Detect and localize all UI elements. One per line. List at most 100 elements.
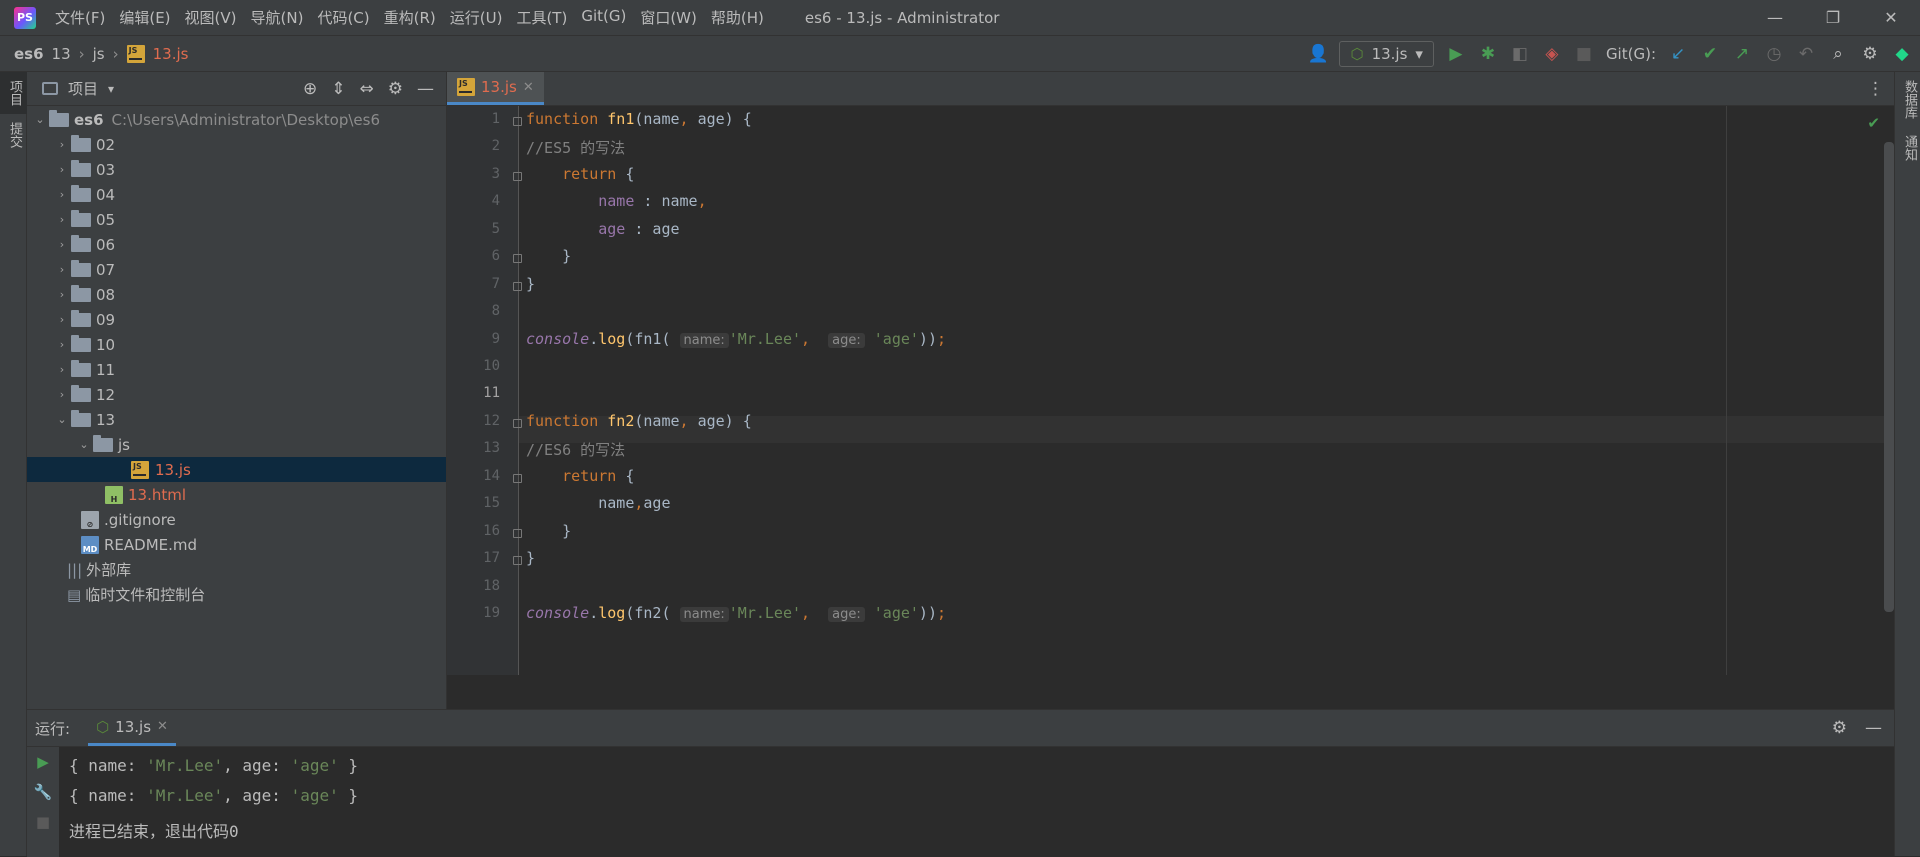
tree-folder[interactable]: › 03 (27, 157, 446, 182)
menu-navigate[interactable]: 导航(N) (244, 7, 311, 28)
breadcrumb-root[interactable]: es6 (14, 45, 44, 63)
menu-edit[interactable]: 编辑(E) (112, 7, 177, 28)
breadcrumb-file[interactable]: 13.js (153, 45, 189, 63)
chevron-right-icon[interactable]: › (53, 388, 71, 401)
expand-all-icon[interactable]: ⇕ (331, 79, 345, 99)
user-icon[interactable]: 👤 (1307, 44, 1328, 64)
hide-icon[interactable]: — (417, 79, 434, 99)
tree-file-13-html[interactable]: H 13.html (27, 482, 446, 507)
fold-marker-icon[interactable] (513, 117, 522, 126)
fold-marker-icon[interactable] (513, 254, 522, 263)
gear-icon[interactable]: ⚙ (388, 79, 403, 99)
tree-file-gitignore[interactable]: ⊘ .gitignore (27, 507, 446, 532)
more-options-icon[interactable]: ⋮ (1857, 72, 1894, 105)
tree-root[interactable]: ⌄ es6 C:\Users\Administrator\Desktop\es6 (27, 107, 446, 132)
project-panel-title[interactable]: 项目 (68, 78, 98, 99)
menu-view[interactable]: 视图(V) (178, 7, 244, 28)
git-commit-icon[interactable]: ✔ (1700, 44, 1720, 64)
chevron-down-icon[interactable]: ⌄ (31, 113, 49, 126)
tree-folder[interactable]: › 08 (27, 282, 446, 307)
fold-marker-icon[interactable] (513, 556, 522, 565)
profile-icon[interactable]: ◈ (1542, 44, 1562, 64)
tree-folder[interactable]: › 12 (27, 382, 446, 407)
wrench-icon[interactable]: 🔧 (34, 783, 53, 801)
chevron-right-icon[interactable]: › (53, 238, 71, 251)
locate-icon[interactable]: ⊕ (303, 79, 317, 99)
inspection-ok-icon[interactable]: ✔ (1867, 114, 1880, 132)
run-config-selector[interactable]: ⬡ 13.js ▾ (1339, 40, 1434, 67)
console-output[interactable]: { name: 'Mr.Lee', age: 'age' } { name: '… (59, 747, 368, 857)
fold-marker-icon[interactable] (513, 529, 522, 538)
tree-folder[interactable]: › 02 (27, 132, 446, 157)
chevron-right-icon[interactable]: › (53, 338, 71, 351)
close-icon[interactable]: ✕ (157, 719, 168, 734)
gear-icon[interactable]: ⚙ (1832, 718, 1847, 738)
tool-tab-project[interactable]: 项目 (0, 72, 29, 114)
tree-folder-js[interactable]: ⌄ js (27, 432, 446, 457)
chevron-right-icon[interactable]: › (49, 563, 67, 576)
tree-folder[interactable]: › 07 (27, 257, 446, 282)
menu-file[interactable]: 文件(F) (48, 7, 112, 28)
chevron-right-icon[interactable]: › (53, 138, 71, 151)
code-view[interactable]: 1 2 3 4 5 6 7 8 9 10 11 12 13 14 15 16 17 18 19 ✔ function… (447, 106, 1894, 675)
run-icon[interactable]: ▶ (1446, 44, 1466, 64)
tree-file-13-js[interactable]: JS 13.js (27, 457, 446, 482)
tool-tab-notifications[interactable]: 通知 (1895, 127, 1920, 169)
run-tab-13-js[interactable]: ⬡ 13.js ✕ (88, 710, 176, 746)
stop-icon[interactable]: ■ (1574, 44, 1594, 64)
editor-tab-13-js[interactable]: JS 13.js ✕ (447, 72, 544, 105)
minimize-icon[interactable]: — (1746, 0, 1804, 35)
git-push-icon[interactable]: ↗ (1732, 44, 1752, 64)
chevron-right-icon[interactable]: › (53, 288, 71, 301)
git-update-icon[interactable]: ↙ (1668, 44, 1688, 64)
tree-folder[interactable]: › 06 (27, 232, 446, 257)
chevron-right-icon[interactable]: › (53, 163, 71, 176)
rollback-icon[interactable]: ↶ (1796, 44, 1816, 64)
fold-marker-icon[interactable] (513, 172, 522, 181)
jetbrains-icon[interactable]: ◆ (1892, 44, 1912, 64)
editor-scrollbar[interactable] (1884, 142, 1894, 612)
menu-run[interactable]: 运行(U) (443, 7, 510, 28)
close-icon[interactable]: ✕ (523, 80, 534, 95)
menu-tools[interactable]: 工具(T) (509, 7, 574, 28)
chevron-right-icon[interactable]: › (53, 213, 71, 226)
debug-icon[interactable]: ✱ (1478, 44, 1498, 64)
chevron-right-icon[interactable]: › (53, 363, 71, 376)
history-icon[interactable]: ◷ (1764, 44, 1784, 64)
hide-icon[interactable]: — (1865, 718, 1882, 738)
breadcrumb-js[interactable]: js (93, 45, 105, 63)
fold-marker-icon[interactable] (513, 282, 522, 291)
stop-icon[interactable]: ■ (36, 813, 50, 831)
tree-file-readme[interactable]: MD README.md (27, 532, 446, 557)
chevron-down-icon[interactable]: ⌄ (53, 413, 71, 426)
tree-folder[interactable]: › 10 (27, 332, 446, 357)
chevron-right-icon[interactable]: › (53, 263, 71, 276)
tool-tab-database[interactable]: 数据库 (1895, 72, 1920, 127)
menu-help[interactable]: 帮助(H) (704, 7, 771, 28)
chevron-right-icon[interactable]: › (53, 313, 71, 326)
chevron-right-icon[interactable]: › (49, 588, 67, 601)
breadcrumb-13[interactable]: 13 (52, 45, 71, 63)
restore-icon[interactable]: ❐ (1804, 0, 1862, 35)
menu-code[interactable]: 代码(C) (310, 7, 376, 28)
close-icon[interactable]: ✕ (1862, 0, 1920, 35)
search-icon[interactable]: ⌕ (1828, 44, 1848, 64)
tool-tab-commit[interactable]: 提交 (0, 114, 29, 156)
fold-marker-icon[interactable] (513, 419, 522, 428)
chevron-right-icon[interactable]: › (53, 188, 71, 201)
menu-window[interactable]: 窗口(W) (633, 7, 704, 28)
gear-icon[interactable]: ⚙ (1860, 44, 1880, 64)
menu-git[interactable]: Git(G) (574, 7, 633, 28)
chevron-down-icon[interactable]: ⌄ (75, 438, 93, 451)
rerun-icon[interactable]: ▶ (37, 753, 49, 771)
tree-folder[interactable]: › 11 (27, 357, 446, 382)
tree-folder[interactable]: › 04 (27, 182, 446, 207)
chevron-down-icon[interactable]: ▾ (108, 82, 114, 96)
coverage-icon[interactable]: ◧ (1510, 44, 1530, 64)
tree-folder[interactable]: › 09 (27, 307, 446, 332)
tree-external-libraries[interactable]: › ||| 外部库 (27, 557, 446, 582)
tree-folder[interactable]: › 05 (27, 207, 446, 232)
collapse-all-icon[interactable]: ⇔ (360, 79, 374, 99)
menu-refactor[interactable]: 重构(R) (377, 7, 443, 28)
tree-scratches[interactable]: › ▤ 临时文件和控制台 (27, 582, 446, 607)
